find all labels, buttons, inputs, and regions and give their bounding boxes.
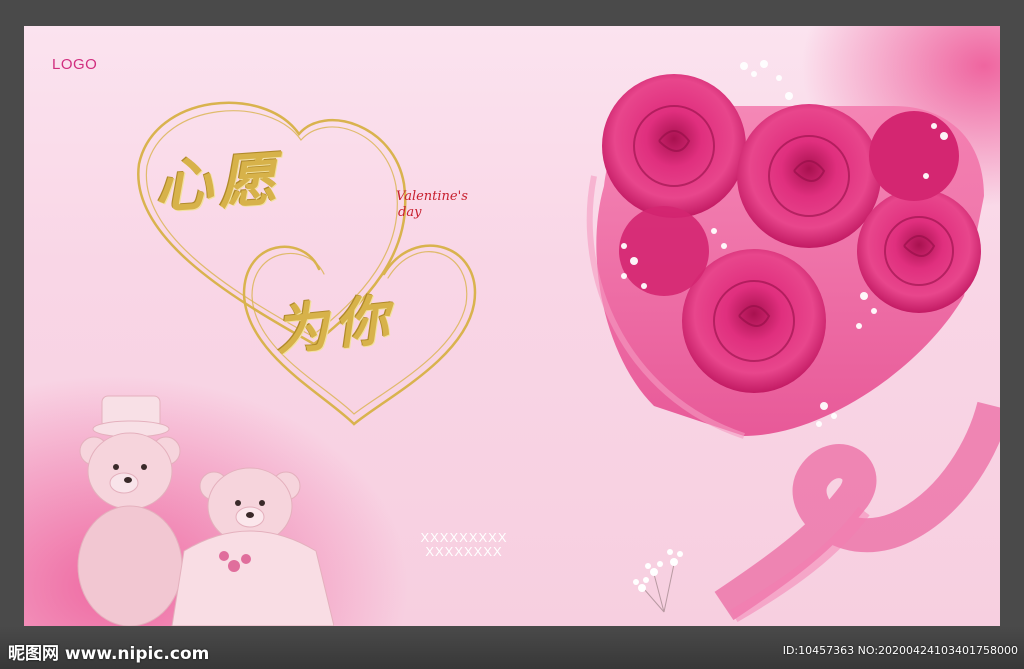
placeholder-line-1: XXXXXXXXX bbox=[420, 530, 508, 545]
pink-ribbon-image bbox=[714, 401, 1000, 623]
valentines-day-tagline: Valentine's day bbox=[396, 189, 468, 221]
watermark-site: 昵图网 www.nipic.com bbox=[8, 644, 210, 664]
tagline-line-1: Valentine's bbox=[396, 189, 468, 204]
placeholder-line-2: XXXXXXXX bbox=[425, 544, 503, 559]
babys-breath-flowers-image bbox=[633, 549, 683, 613]
placeholder-text: XXXXXXXXX XXXXXXXX bbox=[409, 531, 519, 559]
watermark-id: ID:10457363 NO:20200424103401758000 bbox=[782, 644, 1018, 657]
title-line-2: 为你 bbox=[271, 286, 398, 364]
teddy-bears-image bbox=[77, 395, 334, 626]
title-line-1: 心愿 bbox=[152, 144, 285, 222]
tagline-line-2: day bbox=[398, 205, 422, 220]
valentine-poster: LOGO 心愿 为你 Valentine's day XXXXXXXXX XXX… bbox=[24, 26, 1000, 626]
logo-text: LOGO bbox=[52, 56, 98, 73]
